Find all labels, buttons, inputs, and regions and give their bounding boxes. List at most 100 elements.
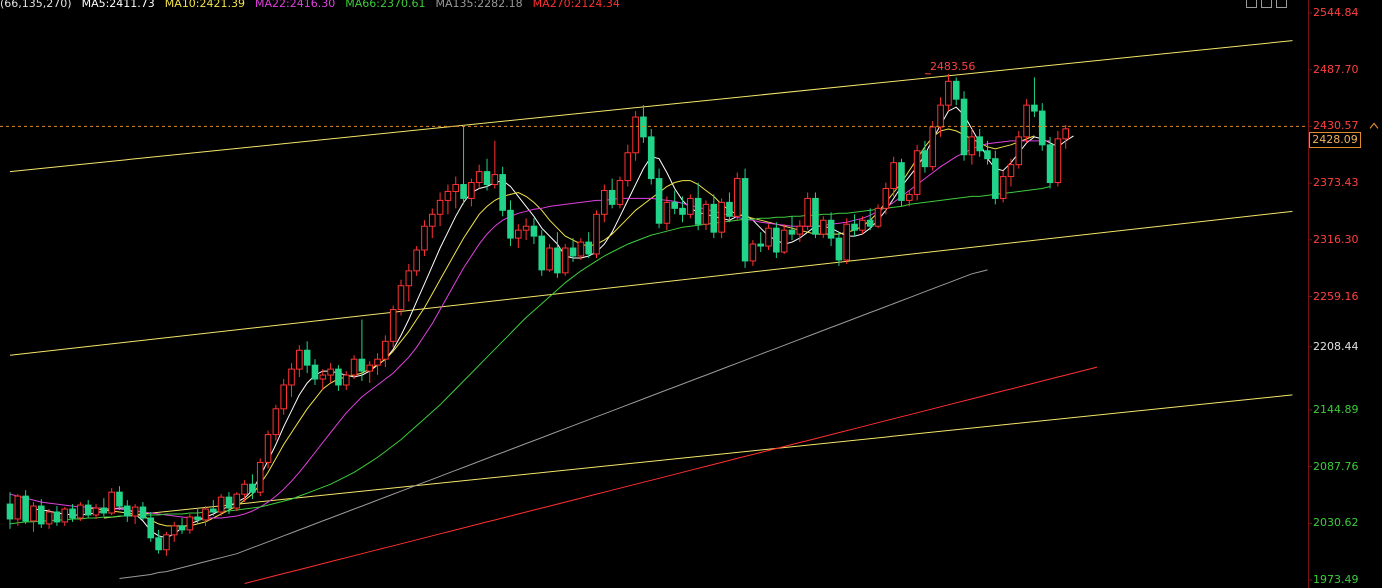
candle[interactable] [1023, 99, 1030, 143]
candle[interactable] [976, 128, 983, 157]
candle[interactable] [835, 232, 843, 266]
candle[interactable] [679, 196, 686, 223]
candle[interactable] [1007, 158, 1015, 187]
candle[interactable] [507, 200, 514, 247]
candle[interactable] [546, 244, 553, 272]
candles[interactable] [6, 73, 1070, 556]
candle[interactable] [389, 305, 397, 348]
candle[interactable] [272, 404, 280, 441]
candle[interactable] [108, 488, 115, 515]
candle[interactable] [780, 224, 788, 254]
candle[interactable] [452, 176, 460, 209]
candle[interactable] [1031, 77, 1038, 118]
candle[interactable] [702, 200, 710, 231]
candle[interactable] [882, 182, 890, 215]
candle[interactable] [61, 507, 69, 526]
candle[interactable] [163, 531, 170, 556]
candle[interactable] [538, 230, 546, 276]
candle[interactable] [819, 216, 827, 239]
chart-window-controls[interactable] [1246, 0, 1287, 9]
candle[interactable] [608, 178, 616, 209]
candle[interactable] [202, 506, 209, 526]
candle[interactable] [851, 214, 858, 237]
candle[interactable] [1015, 130, 1023, 169]
candle[interactable] [733, 172, 741, 221]
candle[interactable] [921, 140, 929, 173]
candle[interactable] [687, 194, 694, 219]
candle[interactable] [116, 486, 123, 511]
candle[interactable] [577, 238, 585, 260]
candle[interactable] [898, 158, 905, 207]
candle[interactable] [694, 182, 702, 231]
candle[interactable] [843, 218, 851, 264]
candle[interactable] [765, 224, 772, 251]
candle[interactable] [139, 502, 147, 520]
candle[interactable] [280, 379, 287, 415]
candle[interactable] [522, 218, 530, 241]
candle[interactable] [436, 192, 444, 227]
candle[interactable] [632, 111, 639, 161]
candle[interactable] [264, 430, 272, 469]
candle[interactable] [22, 490, 29, 524]
candle[interactable] [444, 184, 452, 215]
candle[interactable] [296, 345, 303, 378]
candle[interactable] [84, 500, 92, 518]
candle[interactable] [773, 222, 780, 258]
candle[interactable] [1038, 103, 1046, 151]
candle[interactable] [749, 240, 757, 266]
candle[interactable] [968, 128, 976, 165]
candle[interactable] [663, 196, 671, 231]
candle[interactable] [913, 144, 921, 201]
candle[interactable] [1046, 136, 1054, 189]
candle[interactable] [640, 105, 647, 143]
candle[interactable] [554, 232, 561, 278]
candle[interactable] [624, 144, 632, 187]
candle[interactable] [874, 204, 882, 229]
candle[interactable] [14, 494, 22, 526]
candle[interactable] [311, 359, 319, 385]
candle[interactable] [952, 77, 960, 106]
candle[interactable] [616, 176, 624, 209]
candlestick-chart[interactable] [0, 0, 1382, 588]
window-icon[interactable] [1246, 0, 1257, 8]
candle[interactable] [999, 170, 1007, 203]
candle[interactable] [77, 502, 84, 521]
candle[interactable] [335, 365, 342, 391]
candle[interactable] [530, 218, 538, 245]
candle[interactable] [413, 246, 420, 276]
candle[interactable] [671, 190, 679, 215]
candle[interactable] [405, 263, 413, 302]
candle[interactable] [350, 355, 358, 380]
candle[interactable] [718, 198, 725, 239]
candle[interactable] [124, 500, 131, 522]
candle[interactable] [945, 73, 952, 112]
candle[interactable] [382, 335, 389, 368]
candle[interactable] [342, 371, 350, 390]
candle[interactable] [655, 168, 663, 229]
candle[interactable] [1054, 130, 1062, 187]
candle[interactable] [726, 192, 733, 223]
candle[interactable] [647, 128, 655, 185]
candle[interactable] [397, 279, 405, 316]
candle[interactable] [593, 210, 600, 258]
candle[interactable] [710, 194, 718, 239]
candle[interactable] [460, 124, 467, 205]
candle[interactable] [741, 168, 749, 268]
candle[interactable] [147, 512, 155, 542]
candle[interactable] [468, 178, 475, 207]
candle[interactable] [155, 529, 162, 554]
candle[interactable] [491, 140, 499, 189]
candle[interactable] [428, 208, 436, 239]
candle[interactable] [757, 232, 765, 253]
candle[interactable] [601, 184, 608, 223]
candle[interactable] [170, 521, 178, 542]
candle[interactable] [303, 341, 311, 374]
maximize-icon[interactable] [1276, 0, 1287, 8]
candle[interactable] [827, 212, 835, 247]
candle[interactable] [374, 353, 381, 376]
candle[interactable] [515, 224, 522, 249]
candle[interactable] [210, 500, 217, 516]
candle[interactable] [561, 244, 569, 276]
candle[interactable] [421, 220, 428, 256]
candle[interactable] [186, 513, 194, 534]
